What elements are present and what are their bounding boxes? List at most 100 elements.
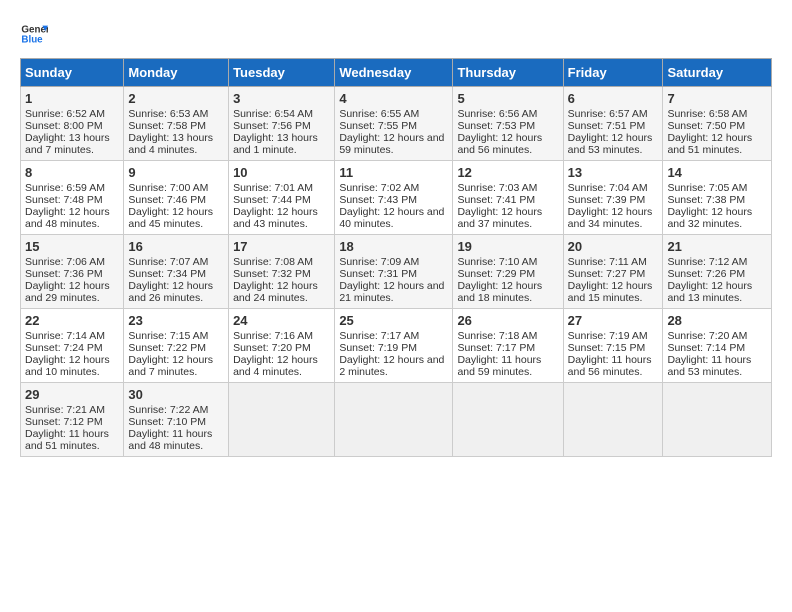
sunrise-label: Sunrise: 6:58 AM [667, 108, 747, 120]
header-monday: Monday [124, 59, 229, 87]
calendar-week-row: 8Sunrise: 6:59 AMSunset: 7:48 PMDaylight… [21, 161, 772, 235]
header-thursday: Thursday [453, 59, 563, 87]
sunrise-label: Sunrise: 6:52 AM [25, 108, 105, 120]
sunset-label: Sunset: 7:43 PM [339, 194, 417, 206]
calendar-cell: 26 Sunrise: 7:18 AMSunset: 7:17 PMDayligh… [453, 309, 563, 383]
calendar-cell: 16Sunrise: 7:07 AMSunset: 7:34 PMDayligh… [124, 235, 229, 309]
sunrise-label: Sunrise: 6:53 AM [128, 108, 208, 120]
header-sunday: Sunday [21, 59, 124, 87]
sunrise-label: Sunrise: 7:11 AM [568, 256, 647, 268]
daylight-label: Daylight: 12 hours and 24 minutes. [233, 280, 318, 304]
sunset-label: Sunset: 7:29 PM [457, 268, 535, 280]
day-number: 4 [339, 91, 448, 106]
sunset-label: Sunset: 7:10 PM [128, 416, 206, 428]
day-number: 22 [25, 313, 119, 328]
day-number: 10 [233, 165, 330, 180]
sunrise-label: Sunrise: 7:08 AM [233, 256, 313, 268]
daylight-label: Daylight: 11 hours and 53 minutes. [667, 354, 751, 378]
calendar-cell: 2Sunrise: 6:53 AMSunset: 7:58 PMDaylight… [124, 87, 229, 161]
daylight-label: Daylight: 12 hours and 2 minutes. [339, 354, 444, 378]
calendar-header-row: SundayMondayTuesdayWednesdayThursdayFrid… [21, 59, 772, 87]
day-number: 9 [128, 165, 224, 180]
daylight-label: Daylight: 12 hours and 40 minutes. [339, 206, 444, 230]
day-number: 23 [128, 313, 224, 328]
calendar-cell: 4Sunrise: 6:55 AMSunset: 7:55 PMDaylight… [335, 87, 453, 161]
sunset-label: Sunset: 7:58 PM [128, 120, 206, 132]
day-number: 3 [233, 91, 330, 106]
calendar-cell: 29Sunrise: 7:21 AMSunset: 7:12 PMDayligh… [21, 383, 124, 457]
calendar-cell: 5Sunrise: 6:56 AMSunset: 7:53 PMDaylight… [453, 87, 563, 161]
daylight-label: Daylight: 11 hours and 59 minutes. [457, 354, 541, 378]
calendar-cell: 13Sunrise: 7:04 AMSunset: 7:39 PMDayligh… [563, 161, 663, 235]
calendar-cell: 1Sunrise: 6:52 AMSunset: 8:00 PMDaylight… [21, 87, 124, 161]
day-number: 14 [667, 165, 767, 180]
day-number: 25 [339, 313, 448, 328]
daylight-label: Daylight: 12 hours and 4 minutes. [233, 354, 318, 378]
sunrise-label: Sunrise: 7:19 AM [568, 330, 648, 342]
sunset-label: Sunset: 7:48 PM [25, 194, 103, 206]
sunrise-label: Sunrise: 7:05 AM [667, 182, 747, 194]
sunrise-label: Sunrise: 7:10 AM [457, 256, 537, 268]
daylight-label: Daylight: 12 hours and 21 minutes. [339, 280, 444, 304]
header-wednesday: Wednesday [335, 59, 453, 87]
header-tuesday: Tuesday [229, 59, 335, 87]
sunset-label: Sunset: 7:24 PM [25, 342, 103, 354]
daylight-label: Daylight: 11 hours and 51 minutes. [25, 428, 109, 452]
calendar-cell: 28Sunrise: 7:20 AMSunset: 7:14 PMDayligh… [663, 309, 772, 383]
day-number: 29 [25, 387, 119, 402]
sunset-label: Sunset: 7:51 PM [568, 120, 646, 132]
sunset-label: Sunset: 7:27 PM [568, 268, 646, 280]
sunrise-label: Sunrise: 7:15 AM [128, 330, 208, 342]
sunset-label: Sunset: 7:38 PM [667, 194, 745, 206]
sunset-label: Sunset: 7:19 PM [339, 342, 417, 354]
daylight-label: Daylight: 12 hours and 51 minutes. [667, 132, 752, 156]
calendar-cell: 24Sunrise: 7:16 AMSunset: 7:20 PMDayligh… [229, 309, 335, 383]
day-number: 28 [667, 313, 767, 328]
day-number: 18 [339, 239, 448, 254]
day-number: 12 [457, 165, 558, 180]
calendar-cell: 6Sunrise: 6:57 AMSunset: 7:51 PMDaylight… [563, 87, 663, 161]
day-number: 13 [568, 165, 659, 180]
sunrise-label: Sunrise: 7:18 AM [457, 330, 537, 342]
daylight-label: Daylight: 11 hours and 48 minutes. [128, 428, 212, 452]
sunset-label: Sunset: 7:14 PM [667, 342, 745, 354]
sunset-label: Sunset: 7:26 PM [667, 268, 745, 280]
calendar-cell: 9 Sunrise: 7:00 AMSunset: 7:46 PMDaylight… [124, 161, 229, 235]
daylight-label: Daylight: 12 hours and 56 minutes. [457, 132, 542, 156]
day-number: 30 [128, 387, 224, 402]
sunrise-label: Sunrise: 7:00 AM [128, 182, 208, 194]
sunset-label: Sunset: 7:39 PM [568, 194, 646, 206]
sunrise-label: Sunrise: 7:03 AM [457, 182, 537, 194]
calendar-cell: 20Sunrise: 7:11 AMSunset: 7:27 PMDayligh… [563, 235, 663, 309]
sunset-label: Sunset: 7:17 PM [457, 342, 535, 354]
sunrise-label: Sunrise: 7:12 AM [667, 256, 747, 268]
sunrise-label: Sunrise: 6:59 AM [25, 182, 105, 194]
day-number: 11 [339, 165, 448, 180]
sunrise-label: Sunrise: 7:17 AM [339, 330, 419, 342]
sunrise-label: Sunrise: 6:57 AM [568, 108, 648, 120]
sunset-label: Sunset: 7:41 PM [457, 194, 535, 206]
daylight-label: Daylight: 13 hours and 7 minutes. [25, 132, 110, 156]
sunrise-label: Sunrise: 7:21 AM [25, 404, 105, 416]
sunset-label: Sunset: 7:46 PM [128, 194, 206, 206]
calendar-week-row: 1Sunrise: 6:52 AMSunset: 8:00 PMDaylight… [21, 87, 772, 161]
calendar-cell: 3Sunrise: 6:54 AMSunset: 7:56 PMDaylight… [229, 87, 335, 161]
day-number: 21 [667, 239, 767, 254]
calendar-cell: 21Sunrise: 7:12 AMSunset: 7:26 PMDayligh… [663, 235, 772, 309]
sunrise-label: Sunrise: 7:14 AM [25, 330, 105, 342]
day-number: 7 [667, 91, 767, 106]
sunrise-label: Sunrise: 7:01 AM [233, 182, 313, 194]
day-number: 15 [25, 239, 119, 254]
sunrise-label: Sunrise: 7:22 AM [128, 404, 208, 416]
calendar-cell [229, 383, 335, 457]
header-saturday: Saturday [663, 59, 772, 87]
daylight-label: Daylight: 12 hours and 32 minutes. [667, 206, 752, 230]
logo-icon: General Blue [20, 20, 48, 48]
calendar-cell: 8Sunrise: 6:59 AMSunset: 7:48 PMDaylight… [21, 161, 124, 235]
daylight-label: Daylight: 12 hours and 48 minutes. [25, 206, 110, 230]
day-number: 26 [457, 313, 558, 328]
day-number: 6 [568, 91, 659, 106]
sunset-label: Sunset: 7:22 PM [128, 342, 206, 354]
day-number: 5 [457, 91, 558, 106]
daylight-label: Daylight: 12 hours and 45 minutes. [128, 206, 213, 230]
